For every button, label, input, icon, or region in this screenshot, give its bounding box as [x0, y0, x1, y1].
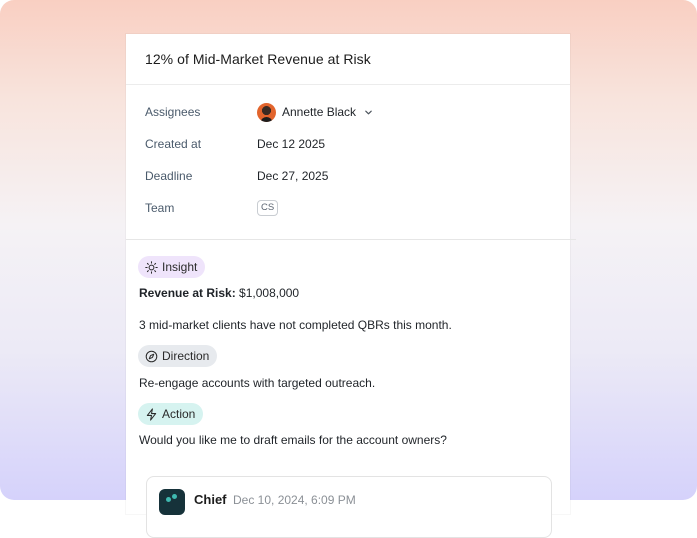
assignees-row: Assignees Annette Black	[145, 96, 570, 128]
insight-summary: 3 mid-market clients have not completed …	[139, 318, 452, 332]
revenue-label: Revenue at Risk:	[139, 286, 236, 300]
direction-tag-label: Direction	[162, 349, 210, 363]
team-value: CS	[257, 200, 279, 216]
agent-timestamp: Dec 10, 2024, 6:09 PM	[233, 493, 356, 507]
avatar	[257, 102, 276, 122]
section-divider	[126, 239, 576, 240]
assignee-name: Annette Black	[282, 105, 357, 119]
assignee-selector[interactable]: Annette Black	[257, 102, 373, 122]
revenue-line: Revenue at Risk: $1,008,000	[139, 286, 299, 300]
insight-tag: Insight	[138, 256, 206, 278]
chevron-down-icon[interactable]	[364, 108, 373, 117]
team-label: Team	[145, 201, 175, 215]
compass-icon	[145, 350, 158, 362]
team-badge[interactable]: CS	[257, 200, 279, 216]
team-row: Team CS	[145, 192, 570, 224]
insight-tag-label: Insight	[162, 260, 198, 274]
sun-icon	[145, 260, 158, 274]
agent-message-card[interactable]: Chief Dec 10, 2024, 6:09 PM	[146, 476, 552, 538]
created-label: Created at	[145, 137, 202, 151]
deadline-label: Deadline	[145, 169, 193, 183]
card-header: 12% of Mid-Market Revenue at Risk	[126, 34, 570, 85]
task-title: 12% of Mid-Market Revenue at Risk	[145, 51, 371, 67]
task-card: 12% of Mid-Market Revenue at Risk Assign…	[126, 34, 576, 538]
lightning-icon	[146, 407, 157, 421]
created-value: Dec 12 2025	[257, 137, 326, 151]
properties-panel: Assignees Annette Black Created at Dec 1…	[126, 85, 570, 224]
action-tag-label: Action	[162, 407, 196, 421]
assignees-label: Assignees	[145, 105, 201, 119]
deadline-value[interactable]: Dec 27, 2025	[257, 169, 328, 183]
direction-tag: Direction	[138, 345, 218, 367]
direction-text: Re-engage accounts with targeted outreac…	[139, 376, 376, 390]
revenue-value: $1,008,000	[239, 286, 300, 300]
action-text: Would you like me to draft emails for th…	[139, 433, 447, 447]
created-row: Created at Dec 12 2025	[145, 128, 570, 160]
deadline-row: Deadline Dec 27, 2025	[145, 160, 570, 192]
agent-logo-icon	[159, 489, 185, 515]
action-tag: Action	[138, 403, 204, 425]
